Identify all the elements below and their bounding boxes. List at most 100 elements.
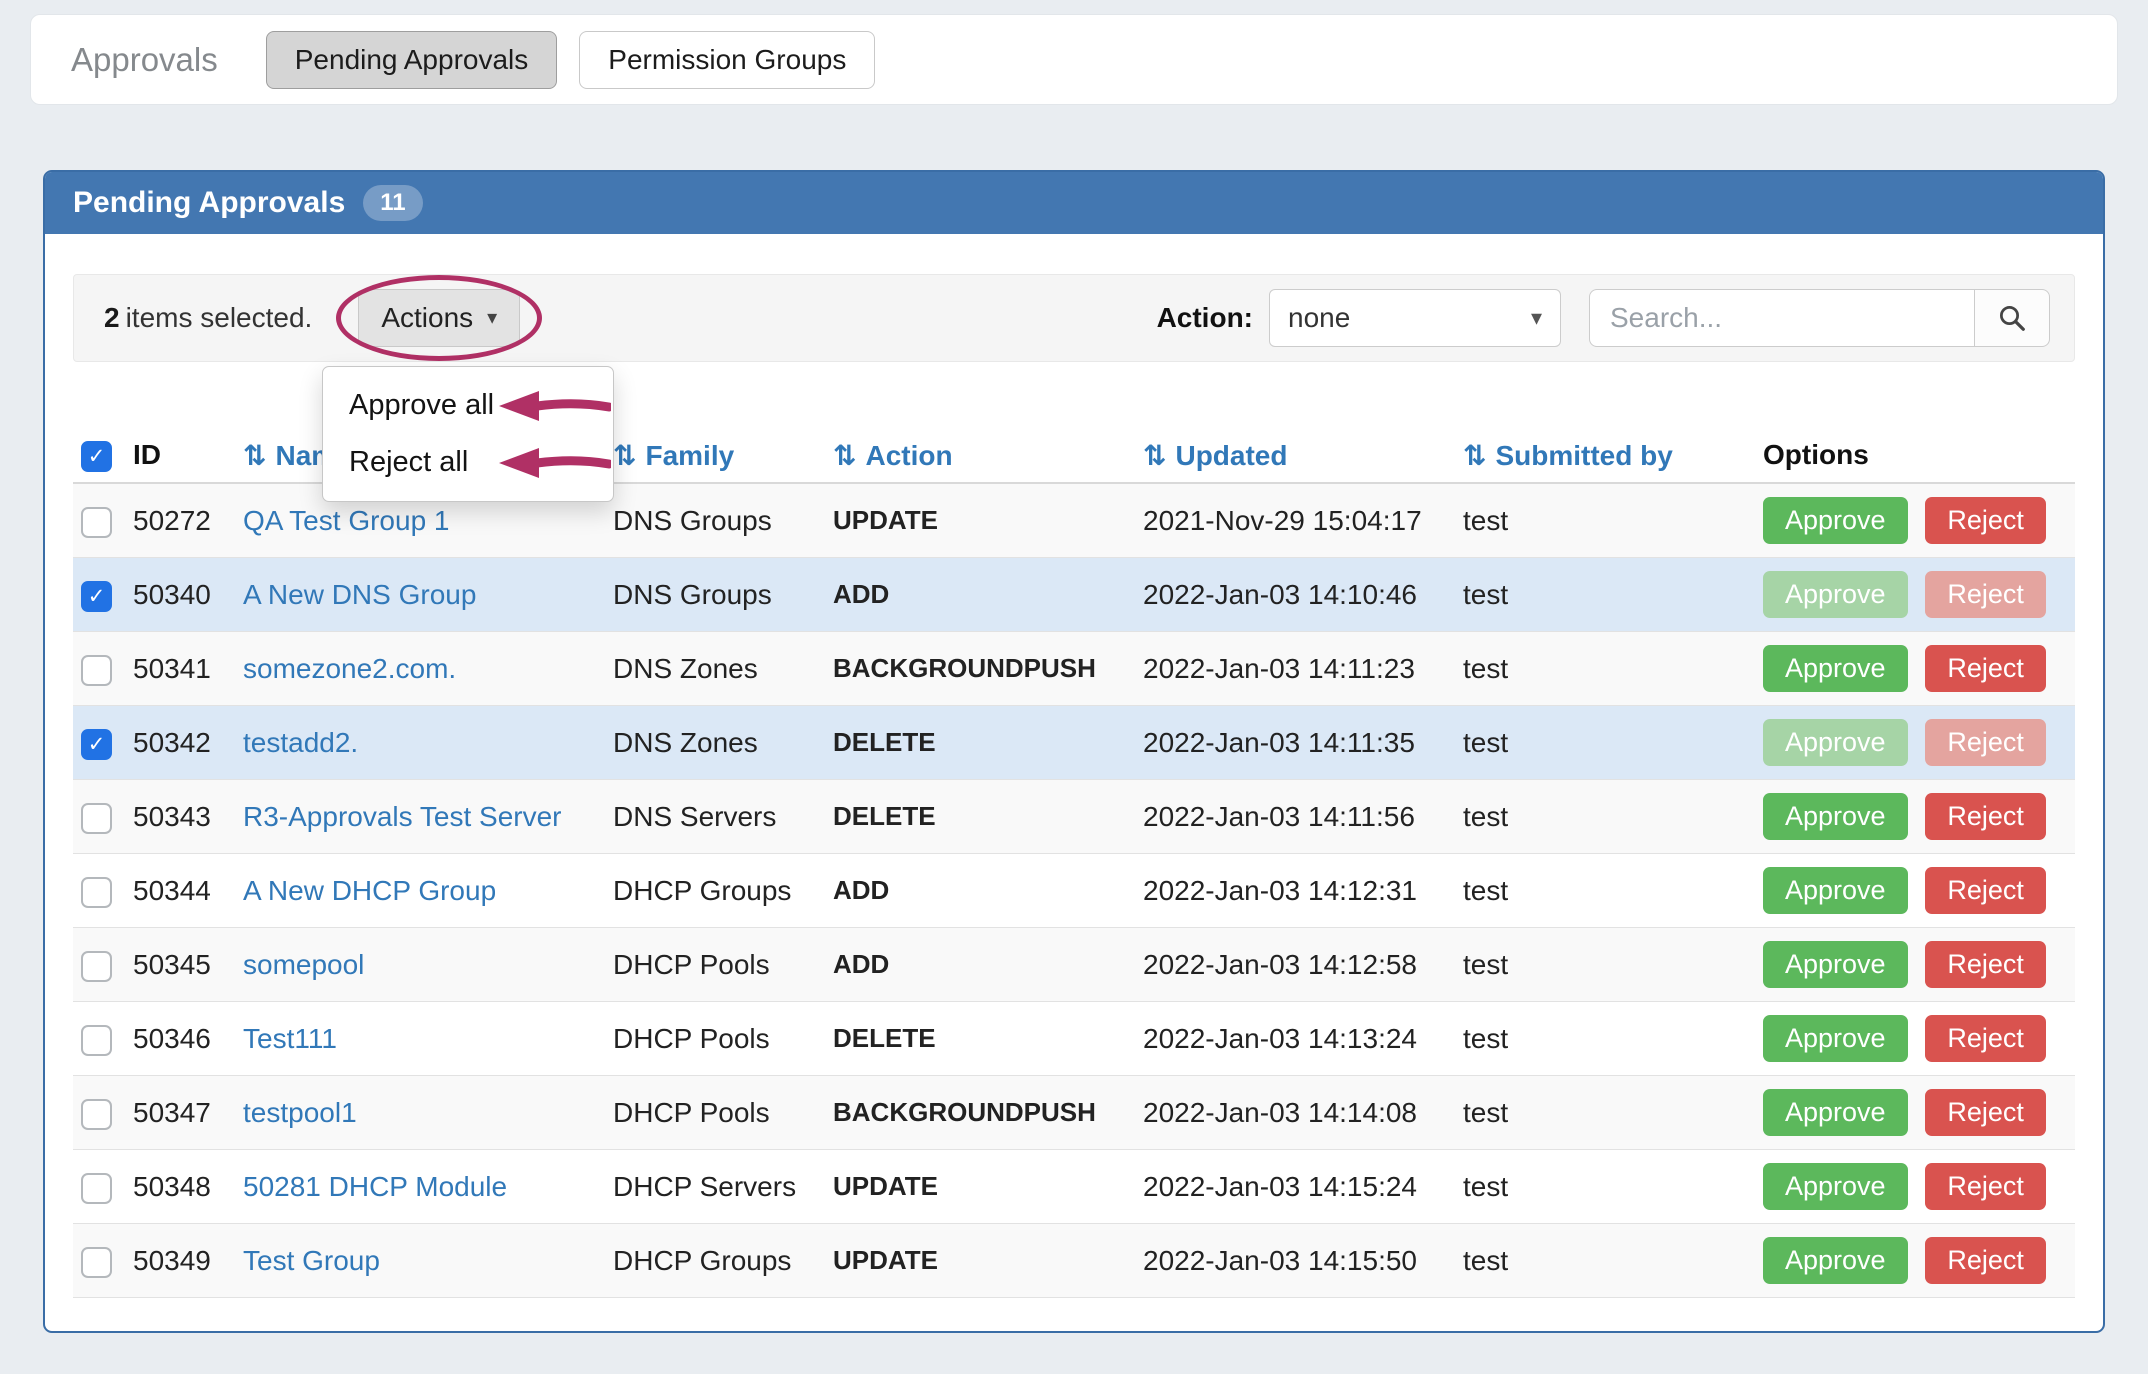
approve-button[interactable]: Approve [1763,1015,1908,1062]
sort-icon: ⇅ [833,440,856,471]
row-name-link[interactable]: Test111 [243,1023,337,1054]
reject-button[interactable]: Reject [1925,1163,2046,1210]
table-row: ✓ 50349 Test Group DHCP Groups UPDATE 20… [73,1224,2075,1298]
column-header-submitted-by[interactable]: ⇅Submitted by [1455,428,1755,483]
row-name-link[interactable]: A New DHCP Group [243,875,496,906]
column-header-updated[interactable]: ⇅Updated [1135,428,1455,483]
row-checkbox[interactable]: ✓ [81,803,112,834]
row-updated: 2022-Jan-03 14:14:08 [1135,1076,1455,1150]
row-checkbox[interactable]: ✓ [81,507,112,538]
tab-group: Pending Approvals Permission Groups [266,31,876,89]
approve-button[interactable]: Approve [1763,571,1908,618]
action-filter-select[interactable]: none ▾ [1269,289,1561,347]
row-checkbox[interactable]: ✓ [81,655,112,686]
actions-dropdown-button[interactable]: Actions ▾ [358,289,520,347]
panel-body: 2items selected. Actions ▾ Action: none … [45,234,2103,1333]
row-name-link[interactable]: somezone2.com. [243,653,456,684]
row-family: DHCP Groups [605,854,825,928]
row-family: DHCP Groups [605,1224,825,1298]
column-header-family[interactable]: ⇅Family [605,428,825,483]
caret-down-icon: ▾ [1531,307,1542,329]
row-family: DHCP Servers [605,1150,825,1224]
row-id: 50344 [125,854,235,928]
reject-button[interactable]: Reject [1925,1089,2046,1136]
row-checkbox[interactable]: ✓ [81,1173,112,1204]
approve-button[interactable]: Approve [1763,793,1908,840]
count-badge: 11 [363,185,422,221]
tab-permission-groups[interactable]: Permission Groups [579,31,875,89]
panel-header: Pending Approvals 11 [45,172,2103,234]
row-family: DNS Groups [605,483,825,558]
reject-button[interactable]: Reject [1925,1237,2046,1284]
row-name-link[interactable]: A New DNS Group [243,579,476,610]
row-action: UPDATE [825,1224,1135,1298]
table-row: ✓ 50344 A New DHCP Group DHCP Groups ADD… [73,854,2075,928]
table-row: ✓ 50348 50281 DHCP Module DHCP Servers U… [73,1150,2075,1224]
row-action: DELETE [825,1002,1135,1076]
sort-icon: ⇅ [243,440,266,471]
approve-button[interactable]: Approve [1763,497,1908,544]
row-checkbox[interactable]: ✓ [81,729,112,760]
approve-button[interactable]: Approve [1763,1089,1908,1136]
row-submitted-by: test [1455,1076,1755,1150]
search-button[interactable] [1974,289,2050,347]
row-checkbox[interactable]: ✓ [81,1099,112,1130]
menu-item-approve-all[interactable]: Approve all [323,377,613,434]
annotation-arrow-approve-all [499,387,611,425]
row-updated: 2022-Jan-03 14:12:58 [1135,928,1455,1002]
reject-button[interactable]: Reject [1925,497,2046,544]
tab-pending-approvals[interactable]: Pending Approvals [266,31,558,89]
row-checkbox[interactable]: ✓ [81,877,112,908]
row-action: DELETE [825,780,1135,854]
select-all-checkbox[interactable]: ✓ [81,441,112,472]
reject-button[interactable]: Reject [1925,941,2046,988]
row-name-link[interactable]: R3-Approvals Test Server [243,801,562,832]
row-submitted-by: test [1455,632,1755,706]
row-action: ADD [825,854,1135,928]
reject-button[interactable]: Reject [1925,867,2046,914]
row-submitted-by: test [1455,854,1755,928]
menu-item-reject-all[interactable]: Reject all [323,434,613,491]
row-checkbox[interactable]: ✓ [81,581,112,612]
row-updated: 2022-Jan-03 14:13:24 [1135,1002,1455,1076]
row-updated: 2022-Jan-03 14:15:50 [1135,1224,1455,1298]
approve-button[interactable]: Approve [1763,1237,1908,1284]
row-submitted-by: test [1455,1224,1755,1298]
row-id: 50340 [125,558,235,632]
row-id: 50349 [125,1224,235,1298]
column-header-action[interactable]: ⇅Action [825,428,1135,483]
row-name-link[interactable]: QA Test Group 1 [243,505,450,536]
reject-button[interactable]: Reject [1925,571,2046,618]
table-body: ✓ 50272 QA Test Group 1 DNS Groups UPDAT… [73,483,2075,1298]
row-submitted-by: test [1455,483,1755,558]
row-name-link[interactable]: testpool1 [243,1097,357,1128]
row-name-link[interactable]: 50281 DHCP Module [243,1171,507,1202]
approve-button[interactable]: Approve [1763,719,1908,766]
table-row: ✓ 50342 testadd2. DNS Zones DELETE 2022-… [73,706,2075,780]
selection-summary: 2items selected. [104,302,312,334]
search-input[interactable] [1589,289,1975,347]
row-checkbox[interactable]: ✓ [81,1025,112,1056]
row-name-link[interactable]: Test Group [243,1245,380,1276]
row-family: DNS Groups [605,558,825,632]
approve-button[interactable]: Approve [1763,867,1908,914]
row-name-link[interactable]: testadd2. [243,727,358,758]
reject-button[interactable]: Reject [1925,645,2046,692]
reject-button[interactable]: Reject [1925,793,2046,840]
row-updated: 2022-Jan-03 14:10:46 [1135,558,1455,632]
row-checkbox[interactable]: ✓ [81,951,112,982]
approve-button[interactable]: Approve [1763,941,1908,988]
reject-button[interactable]: Reject [1925,719,2046,766]
row-updated: 2022-Jan-03 14:15:24 [1135,1150,1455,1224]
approve-button[interactable]: Approve [1763,645,1908,692]
top-bar: Approvals Pending Approvals Permission G… [30,14,2118,105]
sort-icon: ⇅ [613,440,636,471]
reject-button[interactable]: Reject [1925,1015,2046,1062]
row-name-link[interactable]: somepool [243,949,364,980]
row-family: DNS Servers [605,780,825,854]
menu-item-label: Approve all [349,389,494,421]
row-checkbox[interactable]: ✓ [81,1247,112,1278]
approve-button[interactable]: Approve [1763,1163,1908,1210]
action-filter-label: Action: [1157,302,1253,334]
action-filter-value: none [1288,302,1350,334]
